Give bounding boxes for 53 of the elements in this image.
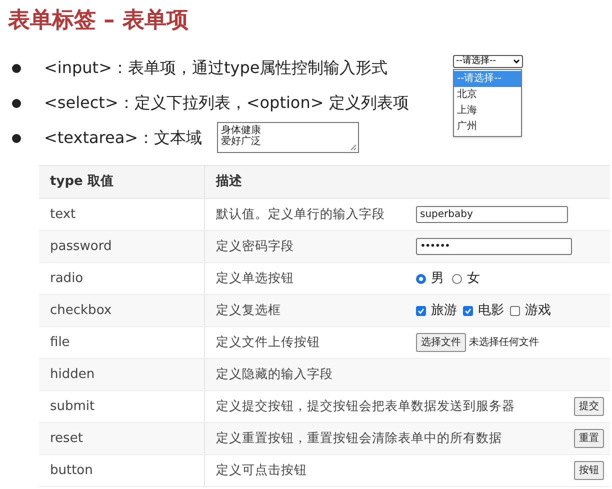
table-cell-text: 定义提交按钮，提交按钮会把表单数据发送到服务器 <box>216 397 515 416</box>
table-cell-text: submit <box>50 398 95 416</box>
text-line: 身体健康 <box>221 125 261 136</box>
table-cell-text: 定义隐藏的输入字段 <box>216 365 333 384</box>
table-cell-text: radio <box>50 270 84 288</box>
table-cell-text: reset <box>50 430 83 448</box>
radio-label: 女 <box>467 270 480 288</box>
checkbox[interactable] <box>510 306 520 316</box>
table-cell-text: 定义复选框 <box>216 301 281 320</box>
table-cell-text: button <box>50 462 93 480</box>
choose-file-button[interactable]: 选择文件 <box>416 333 466 352</box>
table-cell-text: 定义文件上传按钮 <box>216 333 320 352</box>
radio-button[interactable] <box>416 274 426 284</box>
bullet-icon <box>12 98 21 108</box>
table-cell-text: checkbox <box>50 302 112 320</box>
table-cell-text: text <box>50 206 76 224</box>
table-cell-text: hidden <box>50 366 95 384</box>
chevron-icon <box>513 59 520 64</box>
table-cell-text: 定义可点击按钮 <box>216 461 307 480</box>
table-cell-text: 默认值。定义单行的输入字段 <box>216 205 385 224</box>
table-cell-text: 定义单选按钮 <box>216 269 294 288</box>
table-cell-text: file <box>50 334 70 352</box>
form-button[interactable]: 重置 <box>574 429 604 448</box>
bullet-icon <box>12 134 21 142</box>
dropdown-option[interactable]: 广州 <box>454 119 521 135</box>
bullet-text: <input>：表单项，通过type属性控制输入形式 <box>44 57 388 79</box>
checkbox[interactable] <box>463 306 473 316</box>
bullet-text: <textarea>：文本域 <box>44 127 202 149</box>
column-header: 描述 <box>214 173 242 192</box>
bullet-text: <select>：定义下拉列表，<option> 定义列表项 <box>44 92 409 114</box>
table-cell-text: password <box>50 238 112 256</box>
slide-title: 表单标签 – 表单项 <box>8 7 188 35</box>
text-input[interactable]: superbaby <box>416 206 568 223</box>
dropdown-option[interactable]: 上海 <box>454 103 521 119</box>
form-button[interactable]: 按钮 <box>574 461 604 480</box>
checkbox-label: 游戏 <box>525 302 551 320</box>
text-line: 爱好广泛 <box>221 136 261 147</box>
table-cell-text: 定义重置按钮，重置按钮会清除表单中的所有数据 <box>216 429 502 448</box>
table-cell-text: 定义密码字段 <box>216 237 294 256</box>
radio-button[interactable] <box>452 274 462 284</box>
checkbox-label: 电影 <box>478 302 504 320</box>
radio-label: 男 <box>431 270 444 288</box>
form-button[interactable]: 提交 <box>574 397 604 416</box>
select-dropdown[interactable]: --请选择-- <box>453 55 523 68</box>
column-header: type 取值 <box>39 166 205 198</box>
checkbox-label: 旅游 <box>431 302 457 320</box>
dropdown-option[interactable]: 北京 <box>454 87 521 103</box>
file-status: 未选择任何文件 <box>469 336 539 350</box>
checkbox[interactable] <box>416 306 426 316</box>
resize-grip-icon <box>350 144 357 151</box>
password-input[interactable]: •••••• <box>416 238 572 255</box>
bullet-icon <box>12 64 21 72</box>
text-area[interactable]: 身体健康 爱好广泛 <box>217 122 359 153</box>
